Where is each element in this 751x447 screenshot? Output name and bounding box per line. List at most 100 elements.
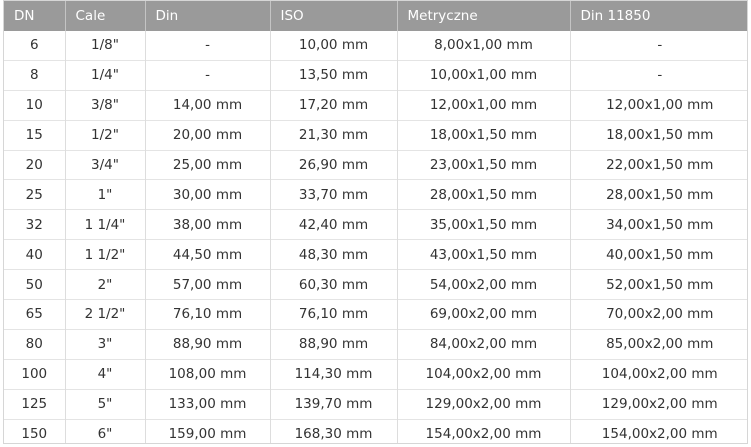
cell-dn: 125: [4, 388, 66, 420]
table-row: 125 5" 133,00 mm 139,70 mm 129,00x2,00 mm 129…: [4, 388, 747, 420]
cell-iso: 10,00 mm: [270, 31, 398, 61]
cell-dn: 80: [4, 328, 66, 360]
cell-cale: 1/2": [65, 119, 146, 151]
cell-din-11850: 52,00x1,50 mm: [570, 269, 747, 300]
cell-metryczne: 8,00x1,00 mm: [397, 31, 571, 61]
cell-cale: 6": [65, 418, 146, 443]
table-row: 40 1 1/2" 44,50 mm 48,30 mm 43,00x1,50 mm 40,…: [4, 239, 747, 270]
cell-dn: 65: [4, 299, 66, 330]
cell-metryczne: 43,00x1,50 mm: [397, 239, 571, 270]
cell-din-11850: 18,00x1,50 mm: [570, 119, 747, 151]
table-row: 80 3" 88,90 mm 88,90 mm 84,00x2,00 mm 85,00x2…: [4, 328, 747, 360]
cell-din-11850: -: [657, 37, 663, 54]
cell-dn: 10: [4, 89, 66, 121]
table-row: 50 2" 57,00 mm 60,30 mm 54,00x2,00 mm 52,00x1…: [4, 269, 747, 300]
cell-dn: 8: [4, 59, 66, 91]
cell-cale: 1 1/2": [65, 239, 146, 270]
cell-iso: 21,30 mm: [270, 119, 398, 151]
column-header-dn: DN: [4, 1, 66, 31]
cell-dn: 15: [4, 119, 66, 151]
cell-dn: 6: [4, 31, 66, 61]
cell-din: 38,00 mm: [145, 209, 271, 240]
cell-din: 76,10 mm: [145, 299, 271, 330]
cell-dn: 20: [4, 149, 66, 180]
cell-din-11850: -: [570, 59, 747, 91]
cell-iso: 76,10 mm: [270, 299, 398, 330]
table-row: 15 1/2" 20,00 mm 21,30 mm 18,00x1,50 mm 18,00…: [4, 119, 747, 151]
cell-din: 108,00 mm: [145, 358, 271, 390]
table-row: 20 3/4" 25,00 mm 26,90 mm 23,00x1,50 mm 22,00…: [4, 149, 747, 180]
cell-iso: 114,30 mm: [270, 358, 398, 390]
cell-metryczne: 54,00x2,00 mm: [397, 269, 571, 300]
cell-iso: 139,70 mm: [270, 388, 398, 420]
cell-dn: 150: [4, 418, 66, 443]
cell-metryczne: 129,00x2,00 mm: [397, 388, 571, 420]
cell-din: -: [145, 59, 271, 91]
cell-cale: 3/4": [65, 149, 146, 180]
table-row: 32 1 1/4" 38,00 mm 42,40 mm 35,00x1,50 mm 34,…: [4, 209, 747, 240]
cell-din: 44,50 mm: [145, 239, 271, 270]
cell-metryczne: 84,00x2,00 mm: [397, 328, 571, 360]
column-header-iso: ISO: [270, 1, 398, 31]
cell-din: 14,00 mm: [145, 89, 271, 121]
cell-din: 88,90 mm: [145, 328, 271, 360]
cell-metryczne: 12,00x1,00 mm: [397, 89, 571, 121]
table-row: 150 6" 159,00 mm 168,30 mm 154,00x2,00 mm 154…: [4, 418, 747, 443]
cell-din-11850: 70,00x2,00 mm: [570, 299, 747, 330]
cell-iso: 48,30 mm: [270, 239, 398, 270]
cell-din: -: [145, 31, 271, 61]
cell-cale: 1/8": [65, 31, 146, 61]
cell-din-11850: 22,00x1,50 mm: [570, 149, 747, 180]
cell-metryczne: 69,00x2,00 mm: [397, 299, 571, 330]
cell-cale: 3/8": [65, 89, 146, 121]
cell-dn: 100: [4, 358, 66, 390]
cell-din: 159,00 mm: [145, 418, 271, 443]
column-header-din-11850: Din 11850: [570, 1, 747, 31]
cell-cale: 2": [65, 269, 146, 300]
cell-din: 57,00 mm: [145, 269, 271, 300]
cell-din: 25,00 mm: [145, 149, 271, 180]
table-row: 8 1/4" -13,50 mm 10,00x1,00 mm -: [4, 59, 747, 91]
column-header-din: Din: [145, 1, 271, 31]
cell-din-11850: 85,00x2,00 mm: [570, 328, 747, 360]
pipe-size-table: DN Cale Din ISO Metryczne Din 11850 6 1/8…: [4, 1, 747, 443]
cell-iso: 60,30 mm: [270, 269, 398, 300]
cell-metryczne: 28,00x1,50 mm: [397, 179, 571, 210]
cell-cale: 1/4": [65, 59, 146, 91]
cell-metryczne: 154,00x2,00 mm: [397, 418, 571, 443]
cell-cale: 1 1/4": [65, 209, 146, 240]
cell-metryczne: 18,00x1,50 mm: [397, 119, 571, 151]
table-header: DN Cale Din ISO Metryczne Din 11850: [4, 1, 747, 31]
cell-din-11850: 12,00x1,00 mm: [570, 89, 747, 121]
table-body: 6 1/8" -10,00 mm 8,00x1,00 mm -8 1/4" -13,50 m…: [4, 31, 747, 443]
cell-dn: 25: [4, 179, 66, 210]
header-row: DN Cale Din ISO Metryczne Din 11850: [4, 1, 747, 31]
table-row: 65 2 1/2" 76,10 mm 76,10 mm 69,00x2,00 mm 70,…: [4, 299, 747, 330]
cell-din-11850: 129,00x2,00 mm: [570, 388, 747, 420]
cell-dn: 32: [4, 209, 66, 240]
cell-iso: 17,20 mm: [270, 89, 398, 121]
cell-dn: 40: [4, 239, 66, 270]
cell-din-11850: 40,00x1,50 mm: [570, 239, 747, 270]
cell-dn: 50: [4, 269, 66, 300]
cell-cale: 4": [65, 358, 146, 390]
cell-metryczne: 10,00x1,00 mm: [397, 59, 571, 91]
cell-iso: 13,50 mm: [270, 59, 398, 91]
cell-cale: 1": [65, 179, 146, 210]
cell-iso: 42,40 mm: [270, 209, 398, 240]
cell-din-11850: 154,00x2,00 mm: [570, 418, 747, 443]
cell-iso: 168,30 mm: [270, 418, 398, 443]
table-row: 10 3/8" 14,00 mm 17,20 mm 12,00x1,00 mm 12,00…: [4, 89, 747, 121]
column-header-metryczne: Metryczne: [397, 1, 571, 31]
table-row: 100 4" 108,00 mm 114,30 mm 104,00x2,00 mm 104…: [4, 358, 747, 390]
table-row: 25 1" 30,00 mm 33,70 mm 28,00x1,50 mm 28,00x1…: [4, 179, 747, 210]
pipe-size-table-container: DN Cale Din ISO Metryczne Din 11850 6 1/8…: [3, 0, 748, 444]
cell-din: 30,00 mm: [145, 179, 271, 210]
cell-din: 20,00 mm: [145, 119, 271, 151]
cell-cale: 5": [65, 388, 146, 420]
cell-din-11850: 28,00x1,50 mm: [570, 179, 747, 210]
cell-iso: 26,90 mm: [270, 149, 398, 180]
cell-cale: 3": [65, 328, 146, 360]
cell-din: 133,00 mm: [145, 388, 271, 420]
cell-cale: 2 1/2": [65, 299, 146, 330]
